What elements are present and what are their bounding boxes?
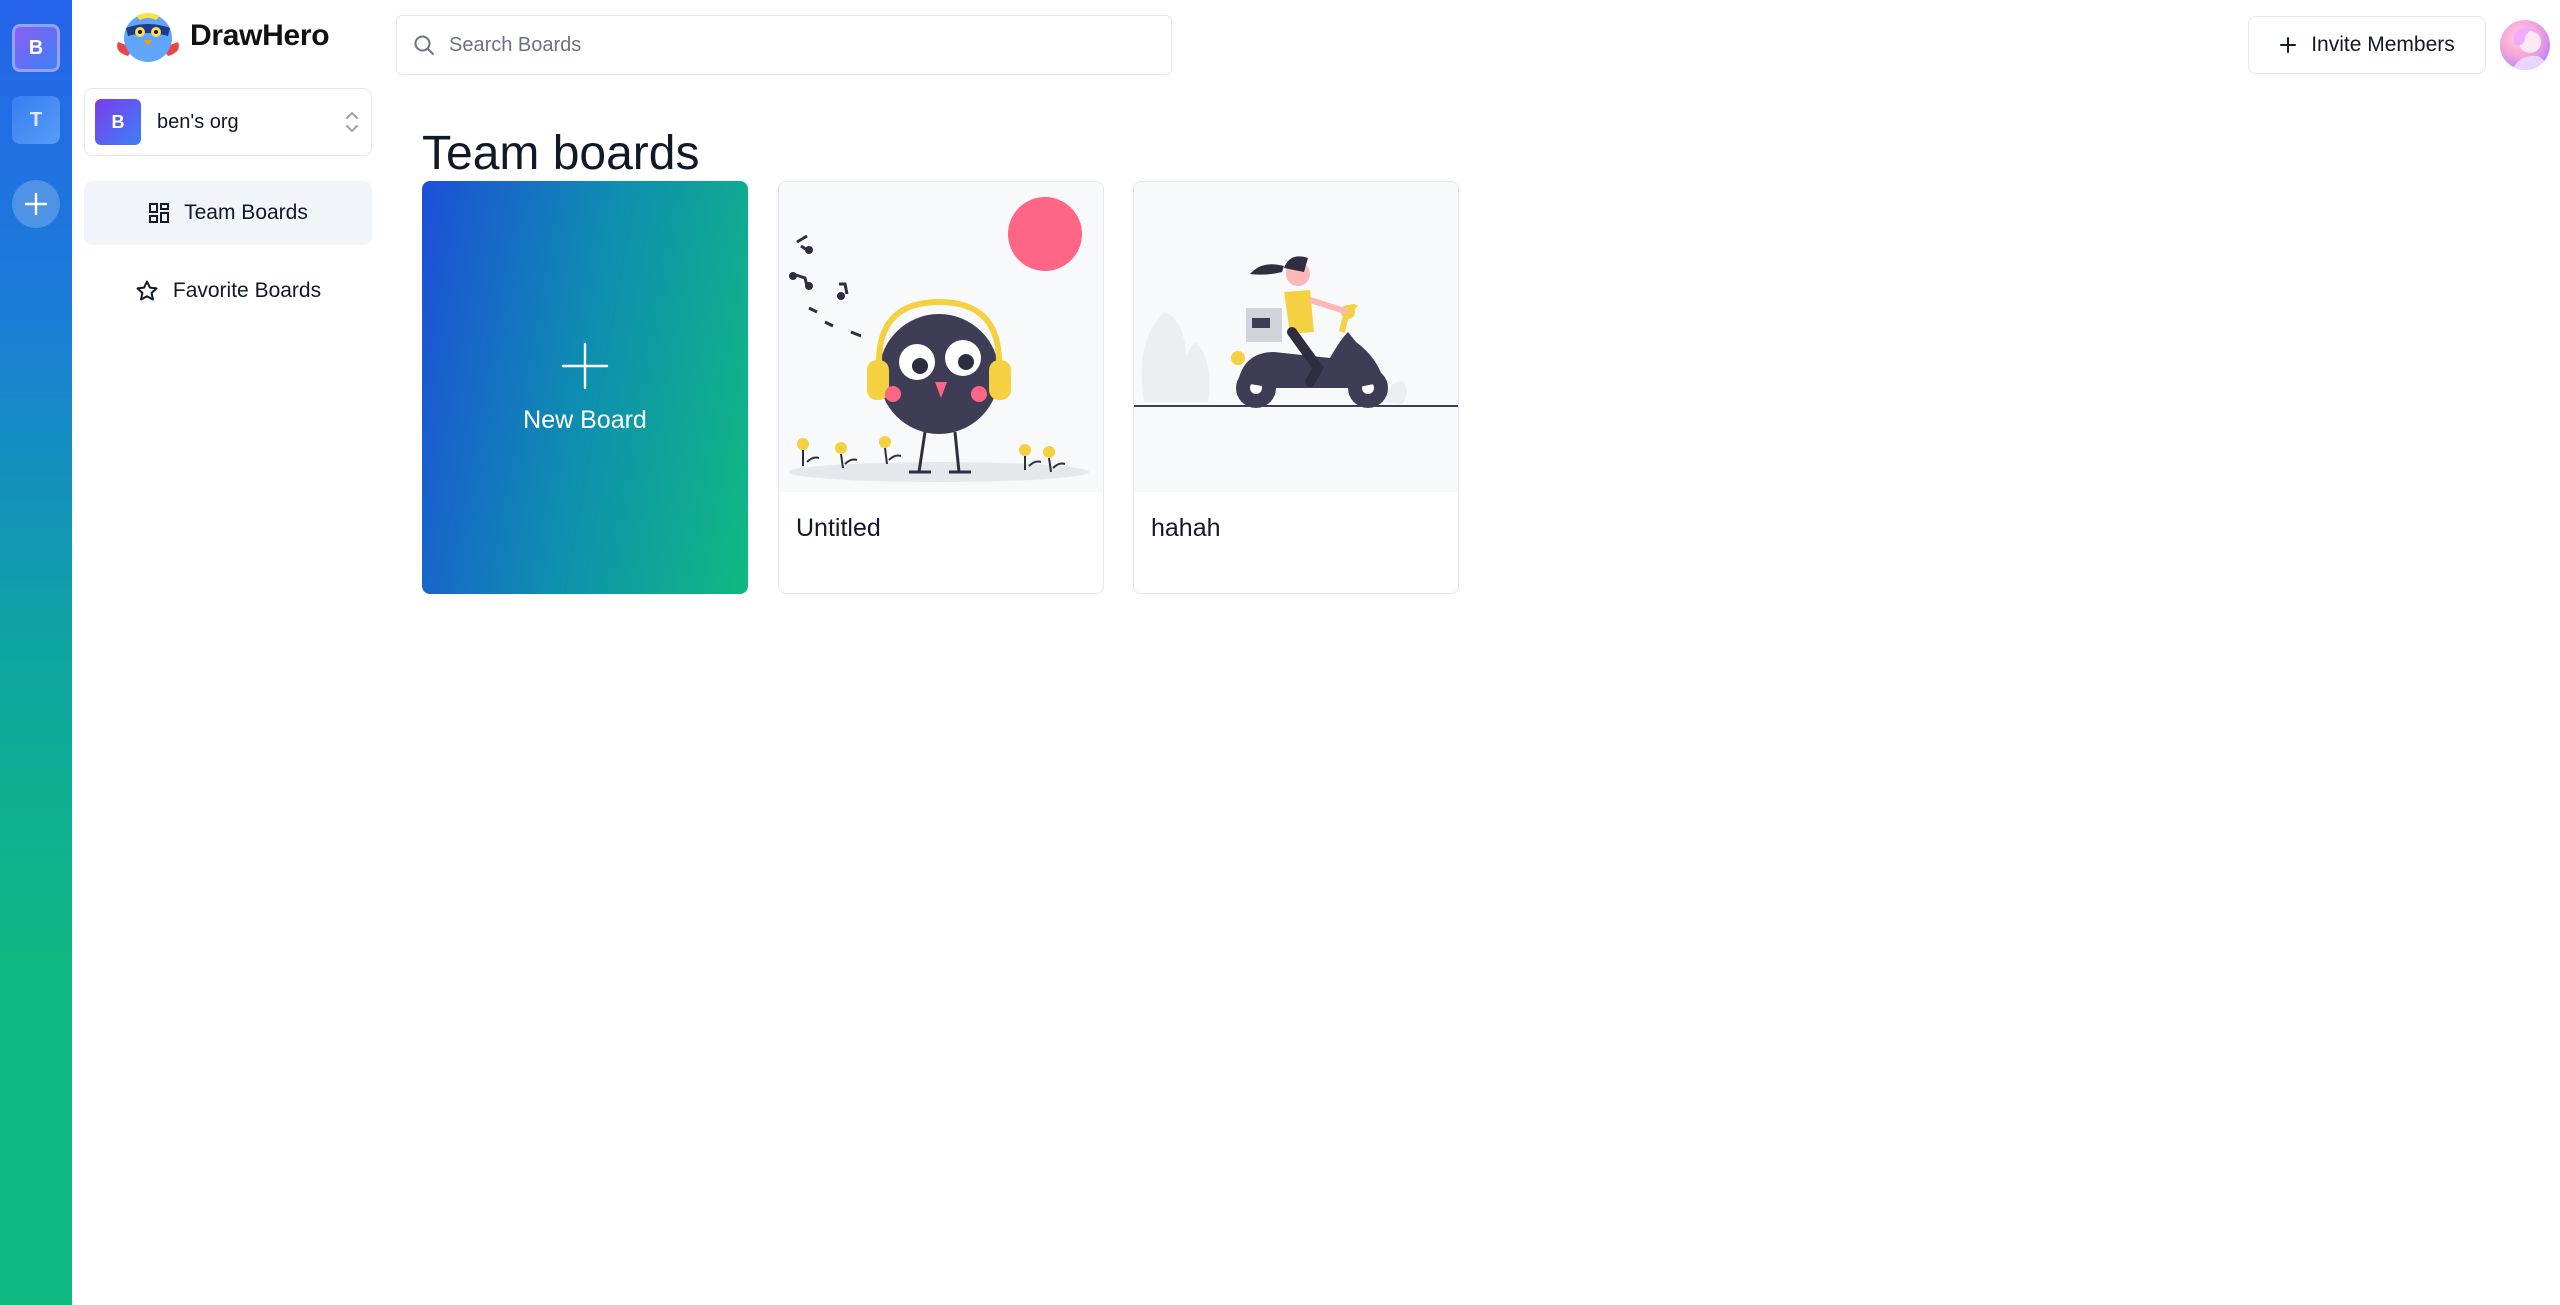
rail-org-b[interactable]: B (12, 24, 60, 72)
user-avatar-image (2512, 26, 2548, 70)
board-thumbnail (1134, 182, 1458, 492)
nav-favorite-boards[interactable]: Favorite Boards (84, 259, 372, 323)
bird-headphones-illustration (789, 197, 1089, 482)
rail-org-t[interactable]: T (12, 96, 60, 144)
plus-icon (561, 342, 609, 390)
board-thumbnail (779, 182, 1103, 492)
new-board-label: New Board (523, 406, 647, 434)
search-icon (414, 35, 434, 55)
new-board-card[interactable]: New Board (422, 181, 748, 594)
invite-members-button[interactable]: Invite Members (2248, 16, 2486, 74)
scooter-delivery-illustration (1134, 256, 1458, 408)
plus-icon (24, 192, 48, 216)
board-title: hahah (1151, 514, 1221, 542)
user-avatar[interactable] (2500, 20, 2550, 70)
search-box[interactable] (396, 15, 1172, 75)
plus-icon (2280, 37, 2297, 53)
star-icon (136, 280, 158, 301)
app-logo[interactable]: DrawHero (112, 8, 330, 64)
page-title: Team boards (422, 127, 700, 180)
nav-team-boards-label: Team Boards (184, 201, 308, 224)
board-card[interactable]: Untitled (778, 181, 1104, 594)
org-name: ben's org (157, 110, 239, 133)
board-title: Untitled (796, 514, 881, 542)
nav-team-boards[interactable]: Team Boards (84, 181, 372, 245)
nav-favorite-boards-label: Favorite Boards (172, 279, 322, 302)
sidebar: DrawHero B ben's org Team Boards Favorit… (72, 0, 382, 1305)
add-org-button[interactable] (12, 180, 60, 228)
org-rail: B T (0, 0, 72, 1305)
chevrons-up-down-icon (346, 112, 358, 132)
board-card[interactable]: hahah (1133, 181, 1459, 594)
app-name: DrawHero (190, 19, 330, 52)
drawhero-logo-icon (117, 13, 179, 62)
dashboard-icon (149, 203, 170, 223)
org-avatar: B (95, 99, 141, 145)
invite-members-label: Invite Members (2311, 33, 2455, 56)
search-input[interactable] (447, 32, 1155, 58)
org-switcher[interactable]: B ben's org (84, 88, 372, 156)
